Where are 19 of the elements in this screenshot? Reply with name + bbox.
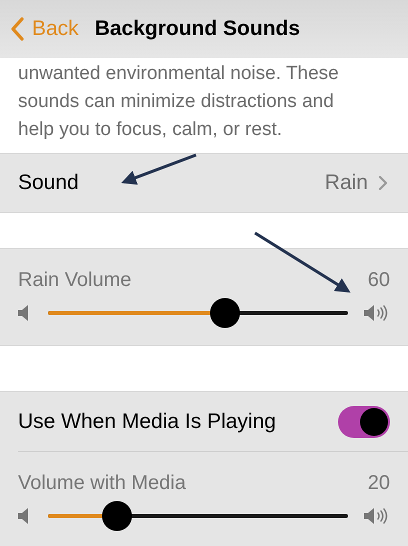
back-chevron-icon [10, 17, 24, 41]
volume-low-icon [18, 507, 29, 525]
volume-high-icon [364, 304, 390, 322]
slider-label: Rain Volume [18, 269, 132, 292]
slider-label: Volume with Media [18, 472, 186, 495]
description-text: unwanted environmental noise. These sounds can minimize distractions and help you to focus, calm, or rest. [18, 62, 340, 142]
toggle-switch[interactable] [338, 406, 390, 438]
toggle-label: Use When Media Is Playing [18, 410, 276, 434]
volume-low-icon [18, 304, 29, 322]
chevron-icon [378, 175, 388, 191]
volume-slider[interactable] [48, 501, 348, 531]
volume-high-icon [364, 507, 390, 525]
slider-value: 60 [368, 269, 390, 292]
slider-value: 20 [368, 472, 390, 495]
volume-slider[interactable] [48, 298, 348, 328]
row-value: Rain [324, 171, 368, 195]
screen-title: Background Sounds [94, 17, 300, 41]
sound-row[interactable]: Sound Rain [0, 153, 408, 213]
row-label: Sound [18, 171, 80, 195]
